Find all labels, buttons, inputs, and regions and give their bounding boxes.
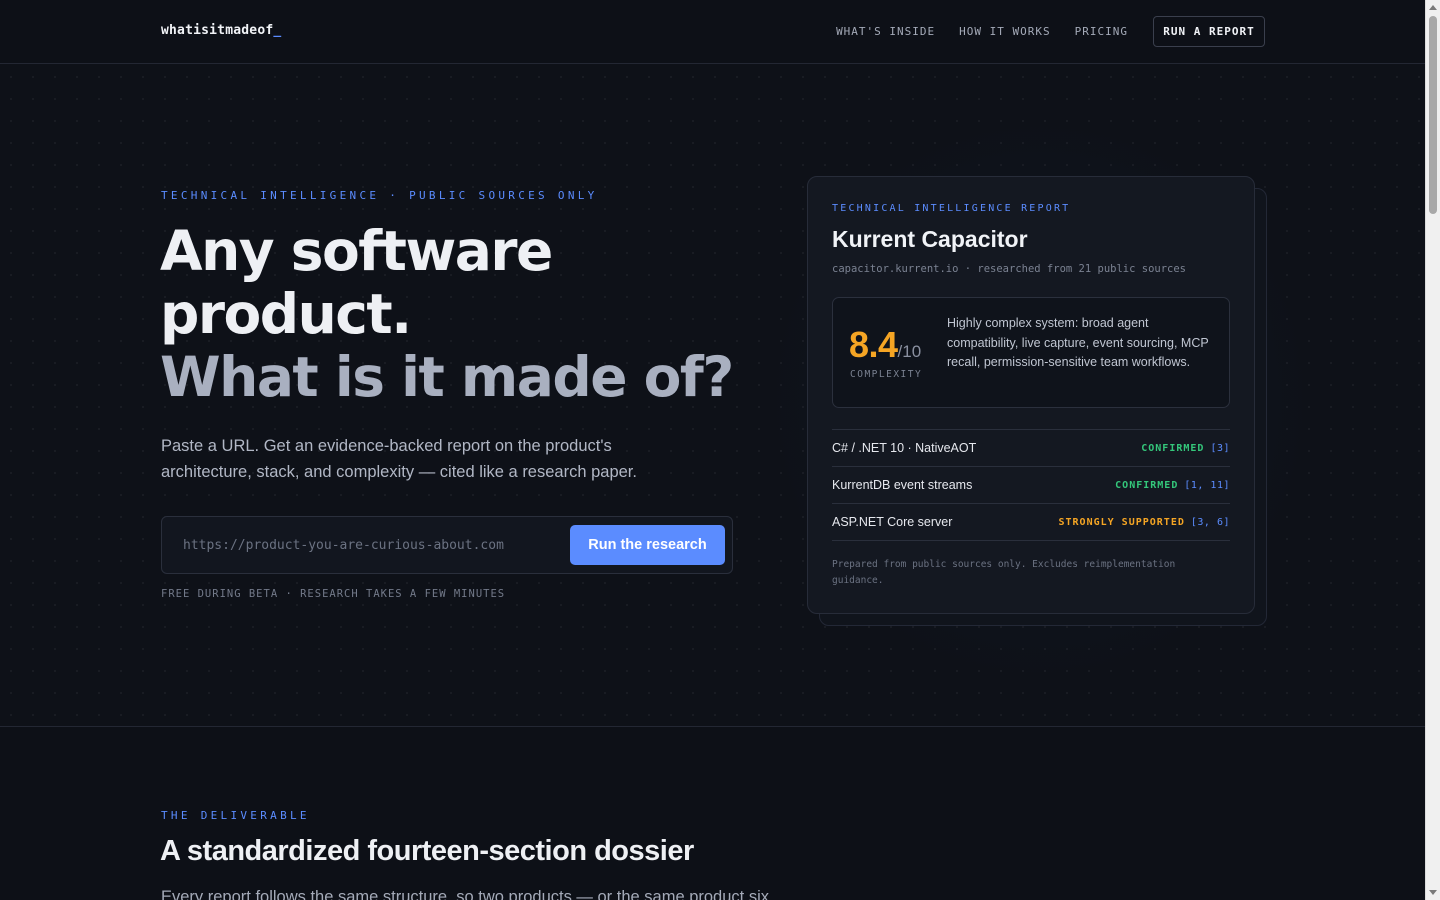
logo-text: whatisitmadeof (161, 23, 274, 38)
nav-links: WHAT'S INSIDE HOW IT WORKS PRICING (836, 25, 1128, 38)
status-text: CONFIRMED (1141, 443, 1205, 454)
logo[interactable]: whatisitmadeof_ (161, 23, 281, 38)
report-title: Kurrent Capacitor (832, 226, 1028, 252)
scroll-up-arrow-icon[interactable] (1429, 5, 1437, 10)
run-report-button[interactable]: RUN A REPORT (1153, 16, 1265, 47)
finding-name: ASP.NET Core server (832, 515, 953, 529)
hero-eyebrow: TECHNICAL INTELLIGENCE · PUBLIC SOURCES … (161, 189, 598, 202)
hero-title: Any software product. What is it made of… (160, 220, 780, 409)
deliverable-eyebrow: THE DELIVERABLE (161, 809, 310, 822)
report-eyebrow: TECHNICAL INTELLIGENCE REPORT (832, 203, 1071, 214)
hero-title-line2: product. (160, 282, 412, 346)
page-scrollbar[interactable] (1425, 0, 1440, 900)
scroll-down-arrow-icon[interactable] (1429, 890, 1437, 895)
report-meta: capacitor.kurrent.io · researched from 2… (832, 263, 1187, 275)
deliverable-title: A standardized fourteen-section dossier (160, 835, 694, 867)
page: whatisitmadeof_ WHAT'S INSIDE HOW IT WOR… (0, 0, 1425, 900)
finding-row: ASP.NET Core server STRONGLY SUPPORTED [3… (832, 504, 1230, 541)
complexity-score-box: 8.4/10 COMPLEXITY Highly complex system:… (832, 297, 1230, 408)
citation-link[interactable]: [3, 6] (1191, 517, 1230, 528)
research-form: Run the research (161, 516, 733, 574)
finding-status: CONFIRMED [3] (1141, 443, 1230, 454)
citation-link[interactable]: [1, 11] (1184, 480, 1230, 491)
finding-name: KurrentDB event streams (832, 478, 973, 492)
complexity-score: 8.4/10 (849, 324, 921, 366)
url-input[interactable] (163, 518, 563, 572)
hero-title-line3: What is it made of? (160, 345, 734, 409)
logo-cursor: _ (273, 23, 282, 38)
score-value: 8.4 (849, 324, 898, 365)
finding-status: CONFIRMED [1, 11] (1115, 480, 1230, 491)
nav-link-pricing[interactable]: PRICING (1075, 25, 1128, 38)
scrollbar-thumb[interactable] (1429, 16, 1437, 214)
findings-list: C# / .NET 10 · NativeAOT CONFIRMED [3] Ku… (832, 429, 1230, 541)
top-nav: whatisitmadeof_ WHAT'S INSIDE HOW IT WOR… (0, 0, 1425, 64)
score-label: COMPLEXITY (850, 369, 923, 380)
deliverable-subtitle: Every report follows the same structure,… (161, 888, 769, 900)
finding-row: C# / .NET 10 · NativeAOT CONFIRMED [3] (832, 430, 1230, 467)
citation-link[interactable]: [3] (1210, 443, 1230, 454)
run-research-button[interactable]: Run the research (570, 525, 725, 565)
score-denominator: /10 (897, 342, 922, 361)
finding-name: C# / .NET 10 · NativeAOT (832, 441, 977, 455)
score-description: Highly complex system: broad agent compa… (947, 316, 1209, 369)
nav-link-whats-inside[interactable]: WHAT'S INSIDE (836, 25, 935, 38)
finding-row: KurrentDB event streams CONFIRMED [1, 11] (832, 467, 1230, 504)
nav-link-how-it-works[interactable]: HOW IT WORKS (959, 25, 1050, 38)
report-card: TECHNICAL INTELLIGENCE REPORT Kurrent Ca… (807, 176, 1255, 614)
finding-status: STRONGLY SUPPORTED [3, 6] (1059, 517, 1231, 528)
form-note: FREE DURING BETA · RESEARCH TAKES A FEW … (161, 588, 506, 600)
status-text: STRONGLY SUPPORTED (1058, 517, 1185, 528)
hero-title-line1: Any software (160, 219, 553, 283)
status-text: CONFIRMED (1115, 480, 1179, 491)
hero-subtitle: Paste a URL. Get an evidence-backed repo… (161, 437, 637, 481)
report-footer-note: Prepared from public sources only. Exclu… (832, 559, 1176, 586)
